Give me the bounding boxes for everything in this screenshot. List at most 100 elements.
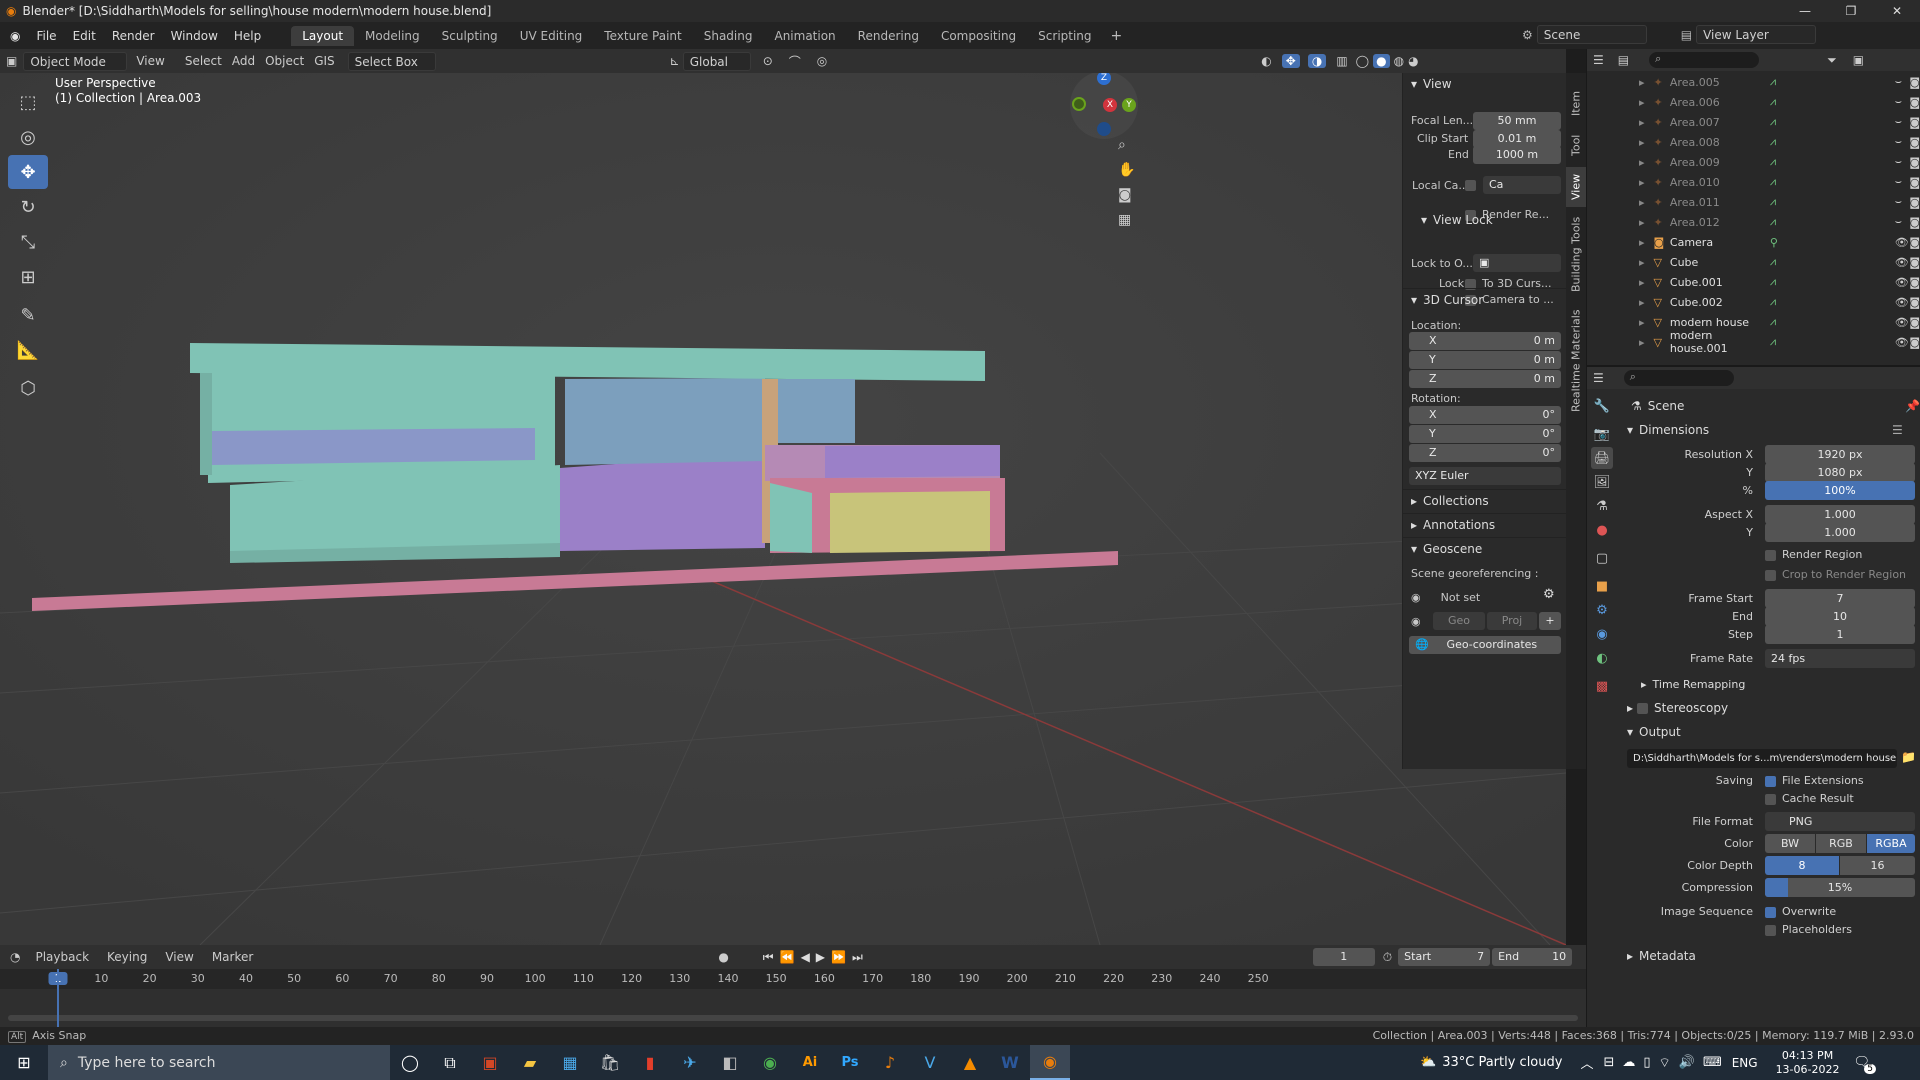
world-properties-icon[interactable]: ● [1591,519,1613,541]
current-frame-field[interactable]: 1 [1312,948,1375,966]
scale-tool-icon[interactable]: ⤡ [8,225,48,259]
timeline-editor-icon[interactable]: ◔ [0,950,30,964]
tab-view[interactable]: View [1566,167,1586,207]
tab-building-tools[interactable]: Building Tools [1566,209,1586,299]
local-camera-checkbox[interactable] [1465,180,1476,191]
placeholders-checkbox[interactable]: Placeholders [1765,923,1852,936]
orientation-dropdown[interactable]: Global [682,51,751,71]
render-camera-icon[interactable]: ◙ [1909,216,1920,229]
expand-arrow-icon[interactable]: ▸ [1639,116,1654,129]
gizmo-z-icon[interactable]: Z [1097,73,1111,85]
output-properties-icon[interactable]: 🖨 [1591,447,1613,469]
blender-taskbar-icon[interactable]: ◉ [1030,1045,1070,1080]
workspace-tab-animation[interactable]: Animation [763,26,846,46]
color-rgba-button[interactable]: RGBA [1867,834,1915,853]
eye-closed-icon[interactable]: ⌣ [1895,135,1910,149]
play-icon[interactable]: ▶ [816,950,825,964]
cursor-rotation-y[interactable]: Y 0° [1409,425,1561,443]
outliner-row[interactable]: ▸ ▽ Cube.002 ⩘ 👁 ◙ [1587,292,1920,312]
photoshop-icon[interactable]: Ps [830,1045,870,1080]
frame-ruler[interactable]: 1102030405060708090100110120130140150160… [0,969,1586,989]
language-indicator[interactable]: ENG [1732,1056,1758,1070]
view-lock-header[interactable]: ▾ View Lock [1413,209,1493,231]
3d-viewport[interactable]: User Perspective (1) Collection | Area.0… [0,73,1566,945]
color-depth-16-button[interactable]: 16 [1840,856,1915,875]
outliner-row[interactable]: ▸ ▽ modern house.001 ⩘ 👁 ◙ [1587,329,1920,355]
camera-view-icon[interactable]: ◙ [1118,187,1138,212]
minimize-button[interactable]: — [1782,0,1828,22]
stereoscopy-section[interactable]: ▸ Stereoscopy [1627,701,1728,715]
folder-icon[interactable]: 📁 [1901,750,1916,764]
navigation-gizmo[interactable]: Z Y X [1070,73,1138,139]
color-bw-button[interactable]: BW [1765,834,1815,853]
expand-arrow-icon[interactable]: ▸ [1639,176,1654,189]
keying-menu[interactable]: Keying [102,950,152,964]
physics-properties-icon[interactable]: ◉ [1591,623,1613,645]
view-section-header[interactable]: ▾ View [1403,73,1566,95]
overlay-toggle-icon[interactable]: ◑ [1307,54,1327,68]
wireframe-shading-icon[interactable]: ◯ [1356,54,1369,68]
render-camera-icon[interactable]: ◙ [1909,296,1920,309]
cursor-rotation-z[interactable]: Z 0° [1409,444,1561,462]
cursor-location-z[interactable]: Z0 m [1409,370,1561,388]
metadata-section[interactable]: ▸ Metadata [1627,949,1696,963]
workspace-tab-layout[interactable]: Layout [291,25,355,46]
tab-tool[interactable]: Tool [1566,125,1586,165]
tab-item[interactable]: Item [1566,83,1586,123]
properties-editor-icon[interactable]: ☰ [1593,371,1604,385]
tray-wifi-icon[interactable]: ⌔ [1659,1055,1671,1071]
render-camera-icon[interactable]: ◙ [1909,196,1920,209]
3d-cursor-section[interactable]: ▾ 3D Cursor [1403,288,1567,310]
start-frame-field[interactable]: Start 7 [1398,948,1491,966]
local-camera-field[interactable]: Ca [1483,176,1561,194]
properties-search-field[interactable]: ⌕ [1623,370,1734,386]
windows-start-icon[interactable]: ⊞ [0,1045,48,1080]
time-remapping-section[interactable]: ▸ Time Remapping [1641,678,1745,691]
annotate-tool-icon[interactable]: ✎ [8,298,48,332]
clip-end-field[interactable]: 1000 m [1473,146,1561,164]
ortho-grid-icon[interactable]: ▦ [1118,212,1138,237]
cursor-tool-icon[interactable]: ◎ [8,120,48,154]
gizmo-toggle-icon[interactable]: ✥ [1281,54,1300,68]
timeline-view-menu[interactable]: View [160,950,198,964]
expand-arrow-icon[interactable]: ▸ [1639,96,1654,109]
outliner-row[interactable]: ▸ ▽ Cube ⩘ 👁 ◙ [1587,252,1920,272]
outliner-row[interactable]: ▸ ✦ Area.011 ⩘ ⌣ ◙ [1587,192,1920,212]
crop-render-region-checkbox[interactable]: Crop to Render Region [1765,568,1906,581]
view-layer-selector[interactable]: View Layer [1696,25,1817,44]
compression-slider[interactable]: 15% [1765,878,1915,897]
aspect-y-field[interactable]: 1.000 [1765,523,1915,542]
eye-open-icon[interactable]: 👁 [1895,296,1910,309]
geo-button[interactable]: Geo [1433,612,1485,630]
tray-volume-icon[interactable]: 🔊 [1679,1055,1695,1070]
gizmo-neg-z-icon[interactable] [1097,122,1111,136]
timeline-scrollbar[interactable] [8,1015,1578,1021]
texture-properties-icon[interactable]: ▩ [1591,675,1613,697]
measure-tool-icon[interactable]: 📐 [8,333,48,367]
filter-icon[interactable]: ⏷ [1827,53,1837,68]
disk-app-icon[interactable]: ◧ [710,1045,750,1080]
outliner-row[interactable]: ▸ ✦ Area.006 ⩘ ⌣ ◙ [1587,92,1920,112]
task-view-icon[interactable]: ⧉ [430,1045,470,1080]
pivot-icon[interactable]: ⊙ [763,54,773,68]
color-rgb-button[interactable]: RGB [1816,834,1866,853]
render-camera-icon[interactable]: ◙ [1909,316,1920,329]
color-depth-8-button[interactable]: 8 [1765,856,1839,875]
header-view-menu[interactable]: View [131,54,169,68]
jump-start-icon[interactable]: ⏮ [763,950,774,965]
expand-arrow-icon[interactable]: ▸ [1639,136,1654,149]
presets-icon[interactable]: ☰ [1892,423,1903,437]
frame-start-field[interactable]: 7 [1765,589,1915,608]
menu-file[interactable]: File [28,29,64,43]
rotation-mode-dropdown[interactable]: XYZ Euler [1409,467,1561,485]
substance-icon[interactable]: ♪ [870,1045,910,1080]
workspace-tab-texture-paint[interactable]: Texture Paint [593,26,692,46]
mode-dropdown[interactable]: Object Mode [23,51,128,71]
scene-selector[interactable]: Scene [1536,25,1647,44]
gizmo-neg-y-icon[interactable] [1072,97,1086,111]
expand-arrow-icon[interactable]: ▸ [1639,76,1654,89]
outliner-row[interactable]: ▸ ▽ Cube.001 ⩘ 👁 ◙ [1587,272,1920,292]
outliner-row[interactable]: ▸ ✦ Area.008 ⩘ ⌣ ◙ [1587,132,1920,152]
cortana-icon[interactable]: ◯ [390,1045,430,1080]
workspace-tab-compositing[interactable]: Compositing [930,26,1027,46]
